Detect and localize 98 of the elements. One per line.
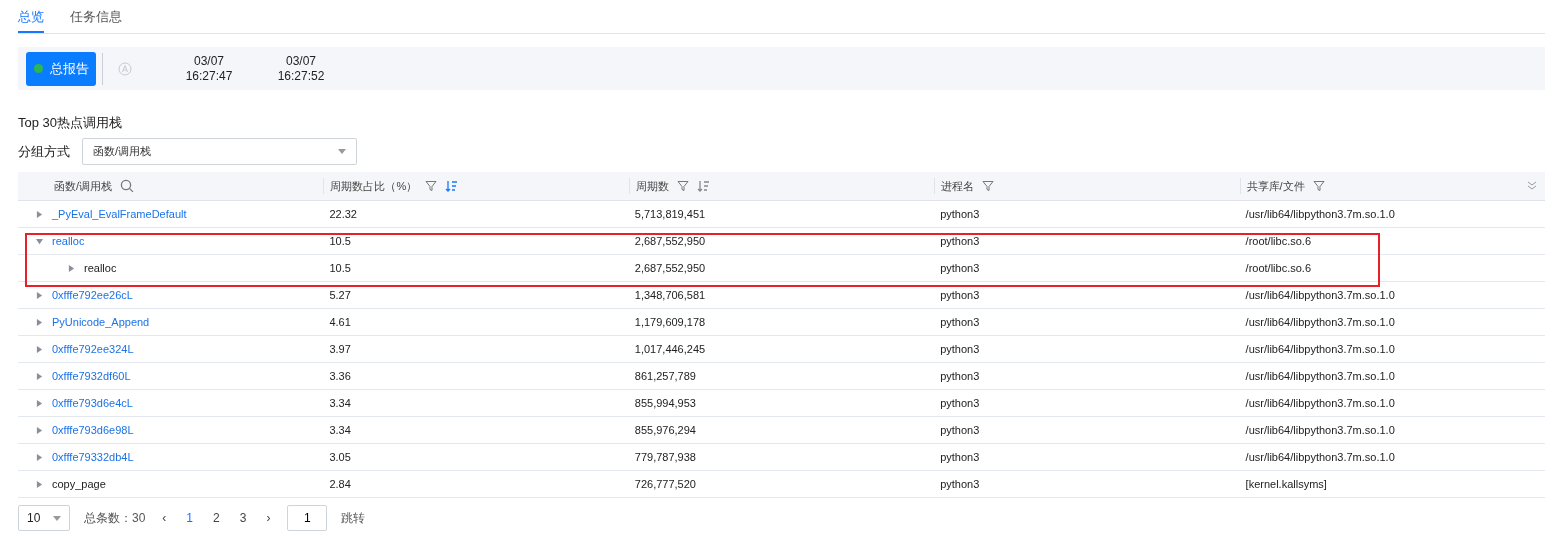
table-cell-text: python3	[939, 343, 981, 355]
column-header: 函数/调用栈	[54, 178, 113, 194]
function-name: copy_page	[52, 478, 106, 490]
function-link[interactable]: realloc	[52, 235, 85, 247]
caret-right-icon[interactable]	[36, 399, 43, 407]
section-title: Top 30热点调用栈	[18, 114, 124, 130]
table-cell-text: python3	[939, 208, 981, 220]
function-name: realloc	[84, 262, 117, 274]
table-cell-text: python3	[939, 451, 981, 463]
filter-icon[interactable]	[1312, 180, 1325, 192]
table-cell-text: 2,687,552,950	[633, 235, 707, 247]
tab[interactable]: 任务信息	[70, 0, 122, 33]
table-cell-text: /usr/lib64/libpython3.7m.so.1.0	[1244, 316, 1396, 328]
table-cell-text: /usr/lib64/libpython3.7m.so.1.0	[1244, 424, 1396, 436]
table-cell-text: 4.61	[328, 316, 352, 328]
caret-right-icon[interactable]	[36, 291, 43, 299]
caret-right-icon[interactable]	[36, 426, 43, 434]
filter-icon[interactable]	[425, 180, 438, 192]
page-button[interactable]: 2	[210, 511, 223, 525]
function-link[interactable]: _PyEval_EvalFrameDefault	[52, 208, 187, 220]
timestamp[interactable]: 03/07 16:27:52	[255, 53, 347, 84]
table-cell-text: python3	[939, 235, 981, 247]
table-cell-text: /root/libc.so.6	[1244, 235, 1312, 247]
table-cell-text: 3.36	[328, 370, 352, 382]
table-cell-text: 3.05	[328, 451, 352, 463]
column-header: 周期数	[635, 178, 669, 194]
report-button[interactable]: 总报告	[26, 51, 96, 86]
function-link[interactable]: PyUnicode_Append	[52, 316, 150, 328]
jump-label[interactable]: 跳转	[341, 509, 366, 527]
sort-icon[interactable]	[696, 180, 710, 192]
caret-right-icon[interactable]	[36, 345, 43, 353]
table-cell-text: /usr/lib64/libpython3.7m.so.1.0	[1244, 451, 1396, 463]
table-cell-text: 10.5	[328, 262, 352, 274]
caret-down-icon[interactable]	[36, 237, 43, 245]
table-cell-text: 3.34	[328, 424, 352, 436]
table-cell-text: 779,787,938	[633, 451, 697, 463]
total-count: 总条数：30	[84, 509, 146, 527]
function-link[interactable]: 0xfffe7932df60L	[52, 370, 131, 382]
table-cell-text: 1,348,706,581	[633, 289, 707, 301]
sort-icon[interactable]	[445, 180, 459, 192]
page-input[interactable]: 1	[287, 505, 328, 531]
table-cell-text: 1,017,446,245	[633, 343, 707, 355]
search-icon[interactable]	[120, 179, 135, 193]
caret-right-icon[interactable]	[36, 210, 43, 218]
table-cell-text: python3	[939, 478, 981, 490]
next-page-button[interactable]: ›	[263, 511, 274, 525]
group-by-label: 分组方式	[18, 142, 70, 161]
caret-right-icon[interactable]	[36, 318, 43, 326]
table-cell-text: python3	[939, 316, 981, 328]
column-header: 共享库/文件	[1246, 178, 1305, 194]
prev-page-button[interactable]: ‹	[159, 511, 170, 525]
column-header: 周期数占比（%）	[330, 178, 418, 194]
function-link[interactable]: 0xfffe793d6e98L	[52, 424, 134, 436]
table-cell-text: 726,777,520	[633, 478, 697, 490]
function-link[interactable]: 0xfffe793d6e4cL	[52, 397, 133, 409]
table-cell-text: 10.5	[328, 235, 352, 247]
table-cell-text: python3	[939, 370, 981, 382]
table-cell-text: 2,687,552,950	[633, 262, 707, 274]
table-cell-text: /usr/lib64/libpython3.7m.so.1.0	[1244, 208, 1396, 220]
page-size-select[interactable]: 10	[18, 505, 70, 531]
collapse-icon[interactable]	[1527, 181, 1537, 190]
table-cell-text: 861,257,789	[633, 370, 697, 382]
group-by-select[interactable]: 函数/调用栈	[82, 138, 357, 165]
tab[interactable]: 总览	[18, 0, 44, 33]
table-cell-text: 3.97	[328, 343, 352, 355]
table-cell-text: [kernel.kallsyms]	[1244, 478, 1328, 490]
page-button[interactable]: 3	[236, 511, 250, 525]
dropdown-caret-icon	[338, 149, 346, 154]
table-cell-text: python3	[939, 289, 981, 301]
timestamp[interactable]: 03/07 16:27:47	[163, 53, 255, 84]
caret-right-icon[interactable]	[36, 453, 43, 461]
table-cell-text: /root/libc.so.6	[1244, 262, 1312, 274]
function-link[interactable]: 0xfffe792ee26cL	[52, 289, 133, 301]
dropdown-caret-icon	[53, 515, 61, 521]
caret-right-icon[interactable]	[68, 264, 75, 272]
table-cell-text: /usr/lib64/libpython3.7m.so.1.0	[1244, 370, 1396, 382]
table-cell-text: python3	[939, 424, 981, 436]
table-cell-text: /usr/lib64/libpython3.7m.so.1.0	[1244, 397, 1396, 409]
table-cell-text: 855,976,294	[633, 424, 697, 436]
table-cell-text: 22.32	[328, 208, 358, 220]
function-link[interactable]: 0xfffe79332db4L	[52, 451, 134, 463]
table-cell-text: python3	[939, 397, 981, 409]
table-cell-text: 2.84	[328, 478, 352, 490]
filter-icon[interactable]	[676, 180, 689, 192]
table-cell-text: 3.34	[328, 397, 352, 409]
page-button[interactable]: 1	[183, 511, 197, 525]
caret-right-icon[interactable]	[36, 372, 43, 380]
filter-icon[interactable]	[982, 180, 995, 192]
column-header: 进程名	[941, 178, 975, 194]
table-cell-text: 5.27	[328, 289, 352, 301]
table-cell-text: 855,994,953	[633, 397, 697, 409]
caret-right-icon[interactable]	[36, 480, 43, 488]
table-cell-text: 1,179,609,178	[633, 316, 707, 328]
table-cell-text: /usr/lib64/libpython3.7m.so.1.0	[1244, 343, 1396, 355]
table-cell-text: python3	[939, 262, 981, 274]
function-link[interactable]: 0xfffe792ee324L	[52, 343, 134, 355]
table-cell-text: 5,713,819,451	[633, 208, 707, 220]
table-cell-text: /usr/lib64/libpython3.7m.so.1.0	[1244, 289, 1396, 301]
